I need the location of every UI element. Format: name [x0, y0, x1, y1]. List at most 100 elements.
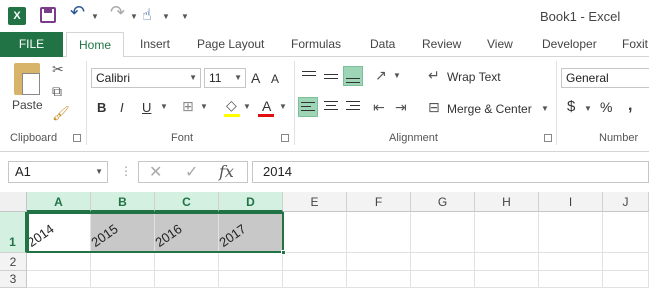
- formula-bar-handle[interactable]: ⋮: [120, 164, 132, 178]
- customize-qat-icon[interactable]: ▼: [181, 12, 189, 21]
- bottom-align-icon[interactable]: [343, 66, 363, 86]
- decrease-indent-icon[interactable]: ⇤: [373, 99, 385, 116]
- fill-handle[interactable]: [281, 250, 286, 255]
- redo-dropdown-icon[interactable]: ▼: [130, 12, 138, 21]
- row-header[interactable]: 2: [0, 253, 27, 271]
- cell[interactable]: [411, 271, 475, 288]
- cell-c1[interactable]: 2016: [155, 212, 219, 253]
- font-color-button[interactable]: A: [262, 98, 271, 114]
- font-color-dropdown-icon[interactable]: ▼: [279, 102, 287, 111]
- copy-icon[interactable]: ⧉: [52, 83, 62, 100]
- column-header[interactable]: B: [91, 192, 155, 212]
- paste-icon[interactable]: [14, 63, 40, 95]
- undo-icon[interactable]: ↶: [70, 2, 85, 23]
- cell[interactable]: [155, 271, 219, 288]
- currency-button[interactable]: $: [567, 98, 575, 115]
- cell[interactable]: [27, 271, 91, 288]
- tab-data[interactable]: Data: [370, 32, 395, 57]
- cell-f1[interactable]: [347, 212, 411, 253]
- merge-center-button[interactable]: Merge & Center: [447, 102, 532, 116]
- bold-button[interactable]: B: [97, 100, 106, 115]
- borders-dropdown-icon[interactable]: ▼: [200, 102, 208, 111]
- tab-developer[interactable]: Developer: [542, 32, 597, 57]
- cell[interactable]: [91, 271, 155, 288]
- undo-dropdown-icon[interactable]: ▼: [91, 12, 99, 21]
- cell[interactable]: [219, 271, 283, 288]
- cell-j1[interactable]: [603, 212, 649, 253]
- cell[interactable]: [155, 253, 219, 271]
- currency-dropdown-icon[interactable]: ▼: [584, 104, 592, 113]
- cell[interactable]: [283, 271, 347, 288]
- tab-formulas[interactable]: Formulas: [291, 32, 341, 57]
- column-header[interactable]: A: [27, 192, 91, 212]
- wrap-text-icon[interactable]: ↵: [428, 67, 440, 84]
- row-header[interactable]: 3: [0, 271, 27, 288]
- column-header[interactable]: H: [475, 192, 539, 212]
- column-header[interactable]: F: [347, 192, 411, 212]
- underline-button[interactable]: U: [142, 100, 151, 115]
- column-header[interactable]: E: [283, 192, 347, 212]
- align-left-icon[interactable]: [298, 97, 318, 117]
- borders-icon[interactable]: ⊞: [182, 98, 194, 115]
- row-header[interactable]: 1: [0, 212, 27, 253]
- cell[interactable]: [603, 253, 649, 271]
- fill-dropdown-icon[interactable]: ▼: [243, 102, 251, 111]
- clipboard-launcher-icon[interactable]: [73, 134, 81, 142]
- number-format-select[interactable]: General: [561, 68, 649, 88]
- grow-font-button[interactable]: A: [251, 70, 260, 86]
- comma-button[interactable]: ,: [628, 97, 632, 115]
- tab-insert[interactable]: Insert: [140, 32, 170, 57]
- column-header[interactable]: D: [219, 192, 283, 212]
- merge-dropdown-icon[interactable]: ▼: [541, 104, 549, 113]
- paste-button[interactable]: Paste: [12, 98, 43, 112]
- orientation-dropdown-icon[interactable]: ▼: [393, 71, 401, 80]
- cell[interactable]: [219, 253, 283, 271]
- tab-review[interactable]: Review: [422, 32, 461, 57]
- column-header[interactable]: J: [603, 192, 649, 212]
- cell[interactable]: [603, 271, 649, 288]
- cell-h1[interactable]: [475, 212, 539, 253]
- increase-indent-icon[interactable]: ⇥: [395, 99, 407, 116]
- cell[interactable]: [475, 271, 539, 288]
- column-header[interactable]: G: [411, 192, 475, 212]
- middle-align-icon[interactable]: [322, 69, 342, 85]
- select-all-button[interactable]: [0, 192, 27, 212]
- italic-button[interactable]: I: [120, 100, 124, 115]
- cut-icon[interactable]: ✂: [52, 61, 64, 78]
- tab-foxit[interactable]: Foxit: [622, 32, 648, 57]
- shrink-font-button[interactable]: A: [271, 72, 279, 86]
- column-header[interactable]: I: [539, 192, 603, 212]
- formula-input[interactable]: 2014: [252, 161, 649, 183]
- cell-b1[interactable]: 2015: [91, 212, 155, 253]
- wrap-text-button[interactable]: Wrap Text: [447, 70, 501, 84]
- enter-icon[interactable]: ✓: [185, 162, 198, 182]
- underline-dropdown-icon[interactable]: ▼: [160, 102, 168, 111]
- column-header[interactable]: C: [155, 192, 219, 212]
- orientation-icon[interactable]: ↗: [375, 67, 387, 84]
- format-painter-icon[interactable]: 🖌: [52, 105, 70, 122]
- tab-view[interactable]: View: [487, 32, 513, 57]
- font-size-select[interactable]: 11 ▼: [204, 68, 246, 88]
- cell[interactable]: [347, 271, 411, 288]
- alignment-launcher-icon[interactable]: [544, 134, 552, 142]
- fill-color-icon[interactable]: ◇: [226, 97, 237, 114]
- insert-function-icon[interactable]: fx: [219, 162, 234, 181]
- cell[interactable]: [539, 271, 603, 288]
- font-name-select[interactable]: Calibri ▼: [91, 68, 201, 88]
- cancel-icon[interactable]: ✕: [149, 162, 162, 182]
- cell[interactable]: [411, 253, 475, 271]
- touch-dropdown-icon[interactable]: ▼: [162, 12, 170, 21]
- top-align-icon[interactable]: [300, 69, 320, 85]
- name-box[interactable]: A1 ▼: [8, 161, 108, 183]
- tab-home[interactable]: Home: [66, 32, 125, 58]
- cell-e1[interactable]: [283, 212, 347, 253]
- cell[interactable]: [283, 253, 347, 271]
- font-launcher-icon[interactable]: [281, 134, 289, 142]
- cell-a1[interactable]: 2014: [27, 212, 91, 253]
- cell-d1[interactable]: 2017: [219, 212, 283, 253]
- merge-center-icon[interactable]: ⊟: [428, 99, 440, 116]
- align-right-icon[interactable]: [343, 97, 363, 117]
- percent-button[interactable]: %: [600, 99, 612, 115]
- touch-mode-icon[interactable]: ☝: [142, 5, 152, 25]
- redo-icon[interactable]: ↷: [110, 2, 125, 23]
